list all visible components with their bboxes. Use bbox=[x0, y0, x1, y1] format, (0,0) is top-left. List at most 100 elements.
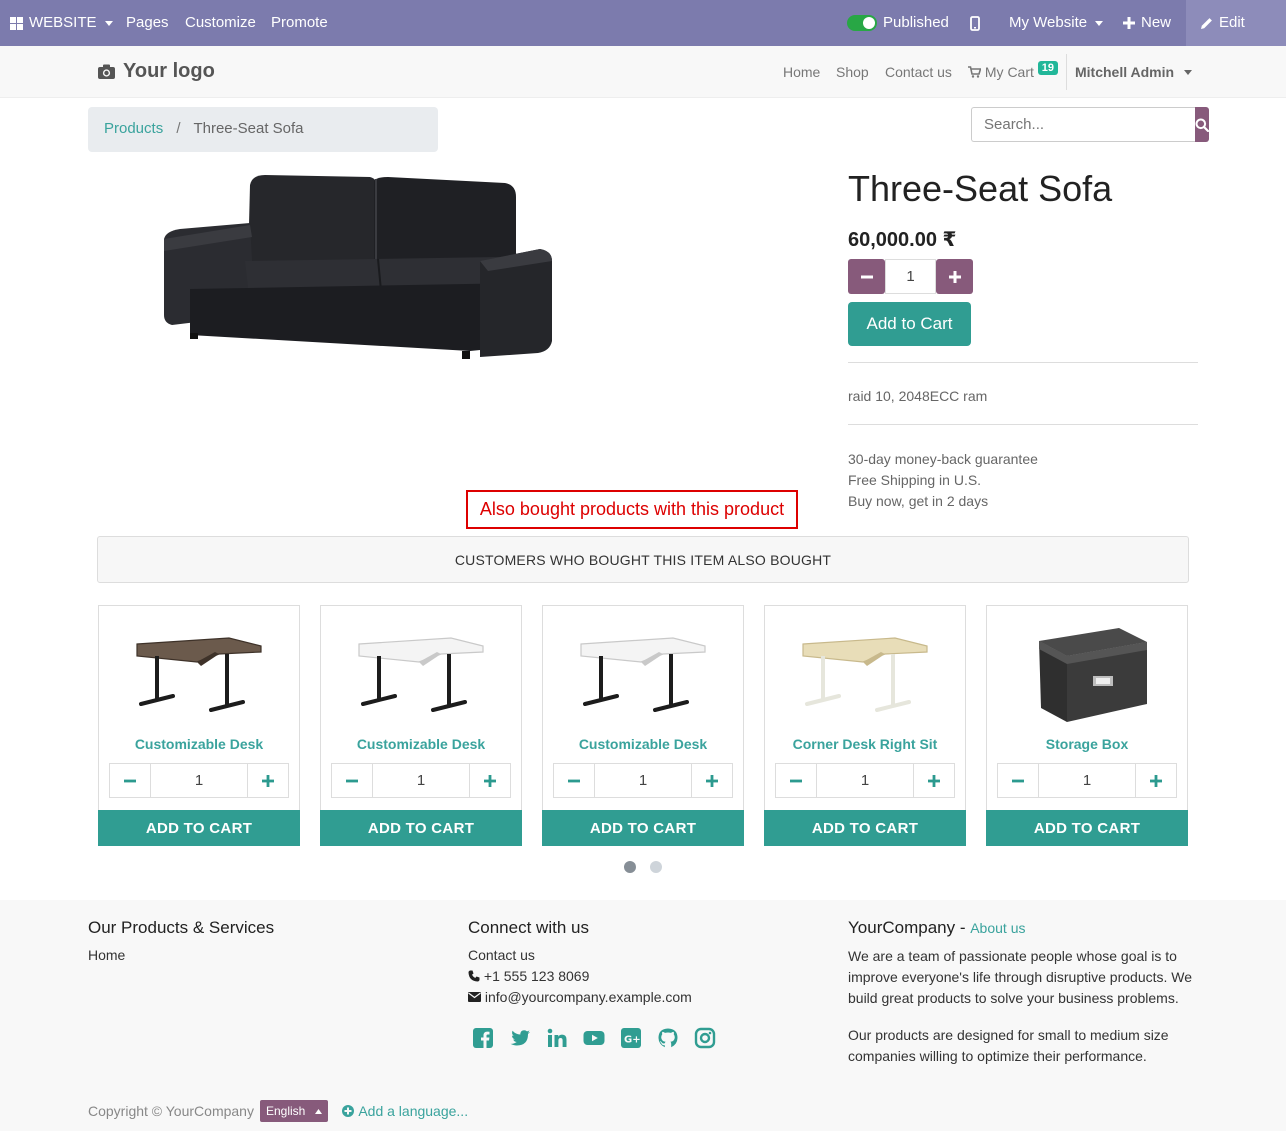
copyright-text: Copyright © YourCompany bbox=[88, 1103, 254, 1119]
mobile-preview-button[interactable] bbox=[970, 0, 980, 46]
product-card[interactable]: Customizable Desk 1 ADD TO CART bbox=[542, 605, 744, 846]
pages-menu[interactable]: Pages bbox=[126, 0, 169, 46]
card-quantity-stepper: 1 bbox=[775, 763, 955, 798]
guarantee-line: Buy now, get in 2 days bbox=[848, 493, 989, 509]
card-quantity-stepper: 1 bbox=[553, 763, 733, 798]
card-quantity-input[interactable]: 1 bbox=[816, 764, 914, 797]
social-links: G+ bbox=[472, 1027, 716, 1049]
language-selector[interactable]: English bbox=[259, 1100, 329, 1122]
also-bought-header: CUSTOMERS WHO BOUGHT THIS ITEM ALSO BOUG… bbox=[97, 536, 1189, 583]
card-add-to-cart-button[interactable]: ADD TO CART bbox=[764, 810, 966, 846]
carousel-indicator[interactable] bbox=[650, 861, 662, 873]
plus-icon bbox=[706, 774, 718, 787]
card-quantity-input[interactable]: 1 bbox=[372, 764, 470, 797]
increase-quantity-button[interactable] bbox=[936, 259, 973, 294]
card-decrease-button[interactable] bbox=[332, 764, 372, 797]
mobile-icon bbox=[970, 15, 980, 31]
breadcrumb-products-link[interactable]: Products bbox=[104, 120, 163, 137]
card-quantity-input[interactable]: 1 bbox=[1038, 764, 1136, 797]
cart-count-badge: 19 bbox=[1037, 61, 1059, 75]
desk-image bbox=[358, 637, 484, 712]
chevron-down-icon bbox=[1183, 70, 1192, 75]
card-decrease-button[interactable] bbox=[998, 764, 1038, 797]
footer: Our Products & Services Home Connect wit… bbox=[0, 900, 1286, 1131]
card-product-name[interactable]: Corner Desk Right Sit bbox=[765, 736, 965, 752]
new-button[interactable]: New bbox=[1123, 0, 1171, 46]
edit-label: Edit bbox=[1219, 14, 1245, 31]
sofa-image bbox=[164, 175, 552, 359]
desk-image bbox=[580, 637, 706, 712]
card-product-name[interactable]: Customizable Desk bbox=[321, 736, 521, 752]
facebook-icon[interactable] bbox=[472, 1027, 494, 1049]
card-product-name[interactable]: Customizable Desk bbox=[99, 736, 299, 752]
twitter-icon[interactable] bbox=[509, 1027, 531, 1049]
desk-image bbox=[802, 637, 928, 712]
storage-box-image bbox=[1039, 628, 1147, 722]
cart-icon bbox=[968, 66, 982, 78]
add-language-link[interactable]: Add a language... bbox=[342, 1103, 468, 1119]
user-name: Mitchell Admin bbox=[1075, 64, 1175, 80]
card-decrease-button[interactable] bbox=[554, 764, 594, 797]
card-quantity-input[interactable]: 1 bbox=[594, 764, 692, 797]
card-add-to-cart-button[interactable]: ADD TO CART bbox=[542, 810, 744, 846]
site-logo[interactable]: Your logo bbox=[98, 60, 215, 83]
add-to-cart-button[interactable]: Add to Cart bbox=[848, 302, 971, 346]
divider bbox=[848, 362, 1198, 363]
footer-connect-title: Connect with us bbox=[468, 918, 589, 937]
nav-cart[interactable]: My Cart 19 bbox=[968, 61, 1059, 81]
carousel-indicator-active[interactable] bbox=[624, 861, 636, 873]
nav-contact[interactable]: Contact us bbox=[885, 64, 952, 80]
card-add-to-cart-button[interactable]: ADD TO CART bbox=[320, 810, 522, 846]
my-website-menu[interactable]: My Website bbox=[1009, 0, 1104, 46]
product-card[interactable]: Customizable Desk 1 ADD TO CART bbox=[98, 605, 300, 846]
plus-icon bbox=[1150, 774, 1162, 787]
footer-contact-link[interactable]: Contact us bbox=[468, 947, 535, 963]
plus-icon bbox=[1123, 17, 1135, 29]
promote-menu[interactable]: Promote bbox=[271, 0, 328, 46]
product-image bbox=[150, 165, 560, 365]
instagram-icon[interactable] bbox=[694, 1027, 716, 1049]
card-add-to-cart-button[interactable]: ADD TO CART bbox=[98, 810, 300, 846]
copyright-bar: Copyright © YourCompany English Add a la… bbox=[88, 1100, 468, 1122]
edit-button[interactable]: Edit bbox=[1186, 0, 1286, 46]
customize-menu[interactable]: Customize bbox=[185, 0, 256, 46]
card-product-name[interactable]: Storage Box bbox=[987, 736, 1187, 752]
published-toggle[interactable]: Published bbox=[847, 0, 949, 46]
card-decrease-button[interactable] bbox=[776, 764, 816, 797]
chevron-down-icon bbox=[104, 20, 113, 26]
card-increase-button[interactable] bbox=[470, 764, 510, 797]
plus-icon bbox=[928, 774, 940, 787]
search-input[interactable] bbox=[971, 107, 1195, 142]
product-description: raid 10, 2048ECC ram bbox=[848, 388, 988, 404]
card-decrease-button[interactable] bbox=[110, 764, 150, 797]
product-card[interactable]: Corner Desk Right Sit 1 ADD TO CART bbox=[764, 605, 966, 846]
user-menu[interactable]: Mitchell Admin bbox=[1075, 64, 1192, 80]
product-card[interactable]: Customizable Desk 1 ADD TO CART bbox=[320, 605, 522, 846]
minus-icon bbox=[1012, 779, 1024, 782]
footer-home-link[interactable]: Home bbox=[88, 947, 125, 963]
footer-phone: +1 555 123 8069 bbox=[468, 968, 589, 984]
add-language-label: Add a language... bbox=[358, 1103, 469, 1119]
google-plus-icon[interactable]: G+ bbox=[620, 1027, 642, 1049]
linkedin-icon[interactable] bbox=[546, 1027, 568, 1049]
card-increase-button[interactable] bbox=[1136, 764, 1176, 797]
card-quantity-input[interactable]: 1 bbox=[150, 764, 248, 797]
nav-home[interactable]: Home bbox=[783, 64, 820, 80]
card-increase-button[interactable] bbox=[692, 764, 732, 797]
minus-icon bbox=[568, 779, 580, 782]
card-product-name[interactable]: Customizable Desk bbox=[543, 736, 743, 752]
card-increase-button[interactable] bbox=[248, 764, 288, 797]
website-menu[interactable]: WEBSITE bbox=[10, 0, 113, 46]
breadcrumb-current: Three-Seat Sofa bbox=[193, 120, 304, 137]
quantity-input[interactable]: 1 bbox=[885, 259, 936, 294]
decrease-quantity-button[interactable] bbox=[848, 259, 885, 294]
product-title: Three-Seat Sofa bbox=[848, 168, 1113, 209]
nav-shop[interactable]: Shop bbox=[836, 64, 869, 80]
product-card[interactable]: Storage Box 1 ADD TO CART bbox=[986, 605, 1188, 846]
youtube-icon[interactable] bbox=[583, 1027, 605, 1049]
github-icon[interactable] bbox=[657, 1027, 679, 1049]
card-add-to-cart-button[interactable]: ADD TO CART bbox=[986, 810, 1188, 846]
card-increase-button[interactable] bbox=[914, 764, 954, 797]
about-us-link[interactable]: About us bbox=[970, 920, 1025, 936]
search-button[interactable] bbox=[1195, 107, 1209, 142]
